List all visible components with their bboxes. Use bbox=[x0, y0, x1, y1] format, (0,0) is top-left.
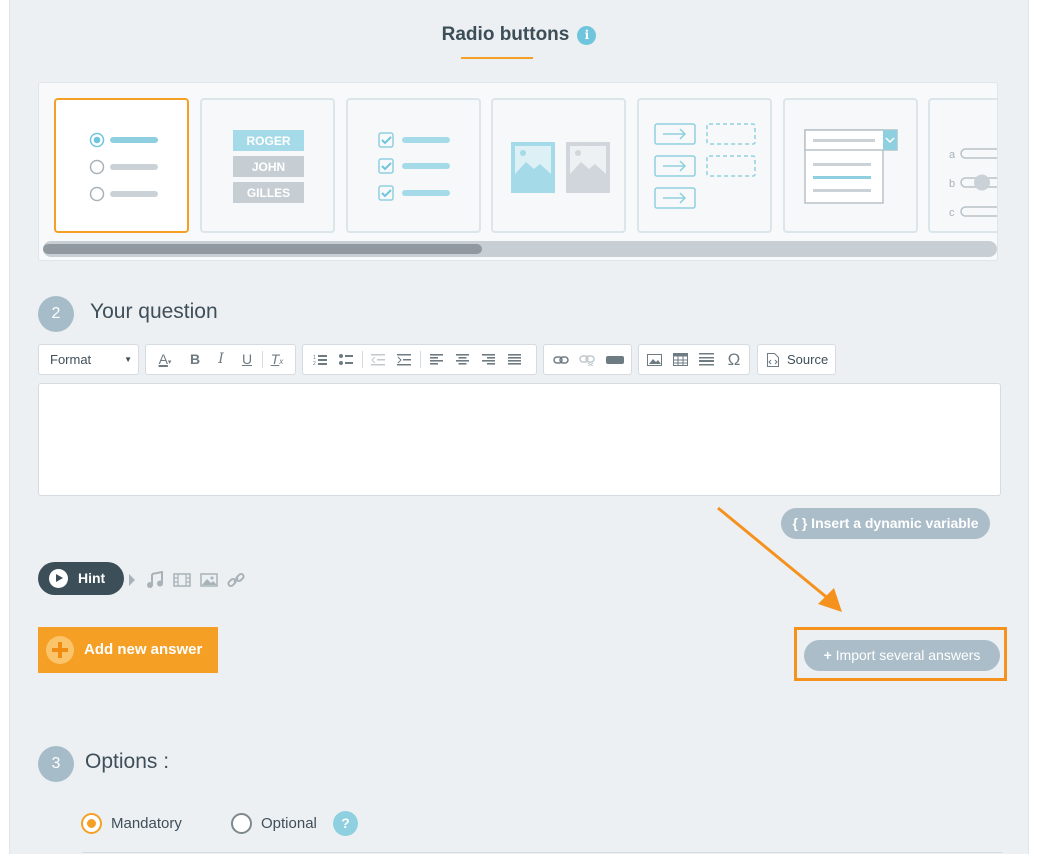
toolbar-separator bbox=[262, 351, 263, 368]
caret-right-icon bbox=[129, 574, 135, 586]
source-button[interactable]: Source bbox=[757, 344, 836, 375]
image-choice-icon bbox=[511, 142, 610, 193]
type-card-radio-buttons[interactable] bbox=[54, 98, 189, 233]
slider-label-a: a bbox=[949, 149, 956, 161]
insert-image-icon[interactable] bbox=[641, 345, 667, 374]
matching-icon bbox=[654, 123, 756, 209]
play-icon bbox=[49, 569, 68, 588]
horizontal-line-icon[interactable] bbox=[693, 345, 719, 374]
checkbox-list-icon bbox=[378, 132, 450, 201]
info-icon[interactable]: i bbox=[577, 25, 597, 45]
question-type-header: Radio buttons i bbox=[10, 24, 1028, 46]
type-card-checkboxes[interactable] bbox=[346, 98, 481, 233]
numbered-list-icon[interactable]: 12 bbox=[307, 345, 333, 374]
indent-icon[interactable] bbox=[391, 345, 417, 374]
paragraph-group: 12 bbox=[302, 344, 537, 375]
source-button-label: Source bbox=[787, 352, 829, 367]
chevron-down-icon: ▼ bbox=[124, 355, 132, 364]
link-icon[interactable] bbox=[226, 571, 246, 589]
question-type-selector: ROGER JOHN GILLES a b c bbox=[38, 82, 998, 261]
slider-label-b: b bbox=[949, 178, 955, 190]
section-title-options: Options : bbox=[85, 750, 170, 773]
radio-list-icon bbox=[89, 132, 158, 202]
bold-icon[interactable]: B bbox=[182, 345, 208, 374]
button-list-label-2: JOHN bbox=[252, 160, 285, 174]
outdent-icon[interactable] bbox=[365, 345, 391, 374]
video-icon[interactable] bbox=[172, 571, 192, 589]
step-badge-3: 3 bbox=[38, 746, 74, 782]
text-color-icon[interactable]: A▾ bbox=[150, 345, 180, 374]
section-divider bbox=[82, 852, 1002, 853]
align-right-icon[interactable] bbox=[475, 345, 501, 374]
title-underline bbox=[461, 57, 533, 59]
hint-button[interactable]: Hint bbox=[38, 562, 124, 595]
align-left-icon[interactable] bbox=[423, 345, 449, 374]
slider-label-c: c bbox=[949, 207, 955, 219]
svg-text:2: 2 bbox=[313, 361, 316, 366]
align-justify-icon[interactable] bbox=[501, 345, 527, 374]
type-card-dropdown[interactable] bbox=[783, 98, 918, 233]
annotation-arrow bbox=[717, 506, 842, 612]
bullet-list-icon[interactable] bbox=[333, 345, 359, 374]
plus-icon: + bbox=[823, 647, 836, 663]
radio-unchecked-icon bbox=[231, 813, 252, 834]
music-icon[interactable] bbox=[146, 571, 166, 589]
help-icon[interactable]: ? bbox=[333, 811, 358, 836]
underline-icon[interactable]: U bbox=[234, 345, 260, 374]
dropdown-list-icon bbox=[804, 129, 898, 204]
link-group bbox=[543, 344, 632, 375]
step-badge-2: 2 bbox=[38, 296, 74, 332]
radio-optional[interactable]: Optional bbox=[231, 813, 326, 835]
radio-checked-icon bbox=[81, 813, 102, 834]
type-card-image-choice[interactable] bbox=[491, 98, 626, 233]
link-icon[interactable] bbox=[548, 345, 574, 374]
add-new-answer-label: Add new answer bbox=[84, 641, 203, 658]
source-icon bbox=[767, 353, 779, 367]
button-list-label-3: GILLES bbox=[247, 186, 290, 200]
button-list-label-1: ROGER bbox=[246, 134, 290, 148]
type-card-buttons-list[interactable]: ROGER JOHN GILLES bbox=[200, 98, 335, 233]
type-scrollbar-thumb[interactable] bbox=[43, 244, 482, 254]
editor-panel: Radio buttons i ROGER JOHN GILLES a b c … bbox=[9, 0, 1029, 854]
format-dropdown[interactable]: Format ▼ bbox=[38, 344, 139, 375]
anchor-icon[interactable] bbox=[602, 345, 628, 374]
section-title-question: Your question bbox=[90, 300, 218, 323]
type-card-slider[interactable]: a b c bbox=[928, 98, 997, 233]
special-character-icon[interactable]: Ω bbox=[721, 345, 747, 374]
plus-icon bbox=[46, 636, 74, 664]
italic-icon[interactable]: I bbox=[208, 345, 234, 374]
import-several-answers-button[interactable]: + Import several answers bbox=[804, 640, 1000, 671]
hint-label: Hint bbox=[78, 570, 106, 586]
image-icon[interactable] bbox=[199, 571, 219, 589]
radio-mandatory[interactable]: Mandatory bbox=[81, 813, 191, 835]
toolbar-separator bbox=[362, 351, 363, 368]
format-dropdown-label: Format bbox=[50, 352, 92, 367]
insert-table-icon[interactable] bbox=[667, 345, 693, 374]
question-type-title: Radio buttons bbox=[441, 24, 570, 45]
align-center-icon[interactable] bbox=[449, 345, 475, 374]
question-text-editor[interactable] bbox=[38, 383, 1001, 496]
type-card-matching[interactable] bbox=[637, 98, 772, 233]
text-style-group: A▾ B I U Tx bbox=[145, 344, 296, 375]
remove-format-icon[interactable]: Tx bbox=[264, 345, 290, 374]
insert-group: Ω bbox=[638, 344, 750, 375]
button-list-icon: ROGER JOHN GILLES bbox=[233, 130, 304, 203]
toolbar-separator bbox=[420, 351, 421, 368]
radio-mandatory-label: Mandatory bbox=[111, 815, 182, 832]
add-new-answer-button[interactable]: Add new answer bbox=[38, 627, 218, 673]
type-scrollbar-track[interactable] bbox=[43, 241, 997, 257]
import-several-answers-label: Import several answers bbox=[835, 647, 981, 663]
slider-icon: a b c bbox=[949, 148, 997, 219]
radio-optional-label: Optional bbox=[261, 815, 317, 832]
unlink-icon[interactable] bbox=[574, 345, 600, 374]
